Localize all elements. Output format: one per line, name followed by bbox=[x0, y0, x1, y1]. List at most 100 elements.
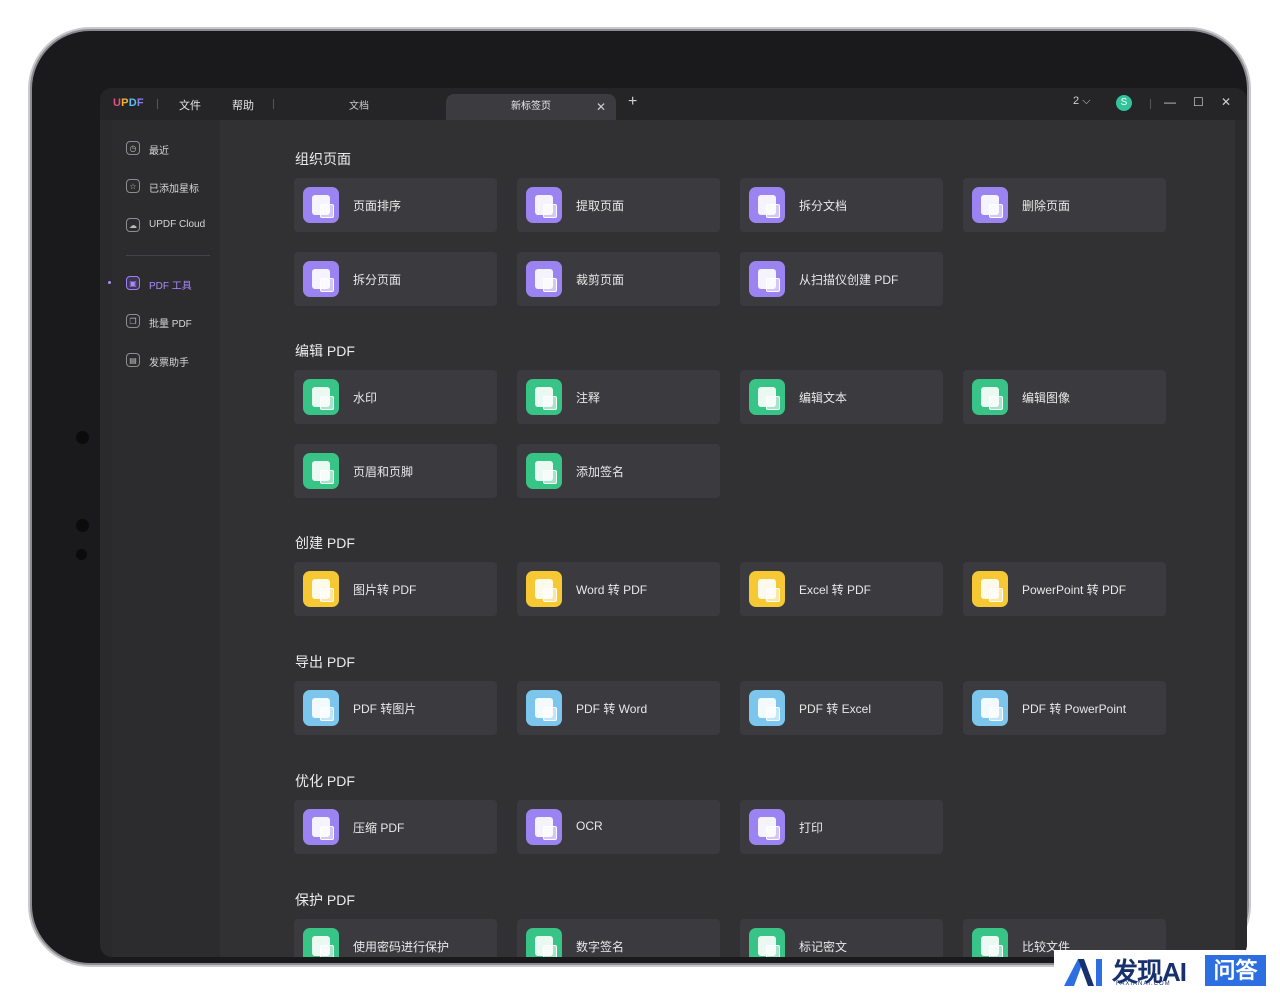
tool-icon bbox=[749, 261, 785, 297]
updf-logo: UPDF bbox=[113, 97, 144, 109]
sidebar-item-batch[interactable]: ❐ 批量 PDF bbox=[126, 313, 218, 333]
tool-card[interactable]: 水印 bbox=[294, 370, 497, 424]
sidebar-divider bbox=[126, 255, 210, 256]
close-tab-icon[interactable]: ✕ bbox=[596, 94, 606, 120]
tool-card[interactable]: OCR bbox=[517, 800, 720, 854]
sidebar-item-label: PDF 工具 bbox=[149, 281, 192, 292]
tool-card[interactable]: 添加签名 bbox=[517, 444, 720, 498]
tool-icon bbox=[303, 379, 339, 415]
tool-icon bbox=[526, 261, 562, 297]
section-title: 创建 PDF bbox=[295, 535, 355, 551]
sidebar-item-starred[interactable]: ☆ 已添加星标 bbox=[126, 178, 218, 198]
maximize-icon[interactable]: ☐ bbox=[1193, 95, 1204, 109]
watermark-tag: 问答 bbox=[1205, 955, 1266, 986]
clock-icon: ◷ bbox=[126, 141, 140, 155]
add-tab-button[interactable]: + bbox=[628, 93, 637, 111]
tool-card[interactable]: 提取页面 bbox=[517, 178, 720, 232]
tool-card[interactable]: 拆分文档 bbox=[740, 178, 943, 232]
tool-icon bbox=[526, 928, 562, 957]
tool-icon bbox=[749, 571, 785, 607]
tool-card[interactable]: 编辑图像 bbox=[963, 370, 1166, 424]
tool-card[interactable]: PowerPoint 转 PDF bbox=[963, 562, 1166, 616]
invoice-icon: ▤ bbox=[126, 353, 140, 367]
sidebar-item-pdf-tools[interactable]: ▣ PDF 工具 bbox=[126, 275, 218, 295]
tool-card[interactable]: PDF 转图片 bbox=[294, 681, 497, 735]
tool-icon bbox=[303, 690, 339, 726]
tool-card[interactable]: PDF 转 PowerPoint bbox=[963, 681, 1166, 735]
tool-icon bbox=[972, 187, 1008, 223]
tool-icon bbox=[972, 379, 1008, 415]
tool-icon bbox=[303, 187, 339, 223]
sidebar-item-invoice[interactable]: ▤ 发票助手 bbox=[126, 352, 218, 372]
tool-label: 页面排序 bbox=[353, 199, 402, 213]
tool-card[interactable]: 压缩 PDF bbox=[294, 800, 497, 854]
tool-icon bbox=[526, 809, 562, 845]
tool-icon bbox=[526, 690, 562, 726]
toolbox-icon: ▣ bbox=[126, 276, 140, 290]
section-title: 优化 PDF bbox=[295, 773, 355, 789]
tool-label: 从扫描仪创建 PDF bbox=[799, 273, 899, 287]
tool-card[interactable]: 使用密码进行保护 bbox=[294, 919, 497, 957]
tool-card[interactable]: 标记密文 bbox=[740, 919, 943, 957]
tool-card[interactable]: 裁剪页面 bbox=[517, 252, 720, 306]
app-screen: UPDF 文件 帮助 文档 新标签页 ✕ + 2 ⌵ S — ☐ ✕ ◷ 最近 bbox=[100, 88, 1247, 957]
tool-card[interactable]: 打印 bbox=[740, 800, 943, 854]
tool-label: 打印 bbox=[799, 821, 824, 835]
close-window-icon[interactable]: ✕ bbox=[1221, 95, 1231, 109]
tool-card[interactable]: 从扫描仪创建 PDF bbox=[740, 252, 943, 306]
tool-label: 压缩 PDF bbox=[353, 821, 405, 835]
tool-icon bbox=[526, 379, 562, 415]
tool-card[interactable]: 删除页面 bbox=[963, 178, 1166, 232]
app-body: ◷ 最近 ☆ 已添加星标 ☁ UPDF Cloud ▣ PDF 工具 ❐ 批量 … bbox=[108, 120, 1235, 957]
section-title: 保护 PDF bbox=[295, 892, 355, 908]
chevron-down-icon: ⌵ bbox=[1082, 95, 1091, 107]
tool-card[interactable]: PDF 转 Excel bbox=[740, 681, 943, 735]
divider bbox=[1150, 99, 1151, 109]
tool-label: 拆分页面 bbox=[353, 273, 402, 287]
watermark-sub: FAXIANAI.COM bbox=[1116, 981, 1171, 987]
page-count-dropdown[interactable]: 2 ⌵ bbox=[1073, 95, 1091, 108]
camera-dot bbox=[76, 431, 89, 444]
tool-card[interactable]: 图片转 PDF bbox=[294, 562, 497, 616]
tab-new[interactable]: 新标签页 ✕ bbox=[446, 94, 616, 120]
faxian-logo-icon bbox=[1064, 959, 1102, 986]
tool-label: PDF 转 PowerPoint bbox=[1022, 702, 1127, 716]
tool-icon bbox=[972, 571, 1008, 607]
tool-card[interactable]: 页眉和页脚 bbox=[294, 444, 497, 498]
tool-card[interactable]: 编辑文本 bbox=[740, 370, 943, 424]
avatar[interactable]: S bbox=[1116, 95, 1132, 111]
menu-help[interactable]: 帮助 bbox=[232, 97, 254, 113]
tool-card[interactable]: 拆分页面 bbox=[294, 252, 497, 306]
tool-icon bbox=[749, 928, 785, 957]
tool-label: 图片转 PDF bbox=[353, 583, 417, 597]
tab-documents[interactable]: 文档 bbox=[274, 94, 444, 120]
watermark: 发现AI FAXIANAI.COM 问答 bbox=[1054, 950, 1280, 995]
tool-card[interactable]: Excel 转 PDF bbox=[740, 562, 943, 616]
tab-label: 新标签页 bbox=[511, 101, 551, 112]
minimize-icon[interactable]: — bbox=[1164, 95, 1176, 109]
tool-label: 删除页面 bbox=[1022, 199, 1071, 213]
tool-icon bbox=[303, 453, 339, 489]
tool-label: 标记密文 bbox=[799, 940, 848, 954]
tools-panel: 组织页面 页面排序 提取页面 拆分文档 删除页面 拆分页面 裁剪页面 从扫描仪创建 PDF 编辑… bbox=[220, 120, 1235, 957]
tool-icon bbox=[972, 690, 1008, 726]
section-title: 编辑 PDF bbox=[295, 343, 355, 359]
tool-card[interactable]: PDF 转 Word bbox=[517, 681, 720, 735]
tool-card[interactable]: 数字签名 bbox=[517, 919, 720, 957]
tool-icon bbox=[526, 571, 562, 607]
tool-card[interactable]: Word 转 PDF bbox=[517, 562, 720, 616]
tool-card[interactable]: 页面排序 bbox=[294, 178, 497, 232]
tool-label: PDF 转图片 bbox=[353, 702, 417, 716]
sidebar-item-cloud[interactable]: ☁ UPDF Cloud bbox=[126, 217, 218, 237]
tool-label: 添加签名 bbox=[576, 465, 625, 479]
sidebar-item-recent[interactable]: ◷ 最近 bbox=[126, 140, 218, 160]
title-bar: UPDF 文件 帮助 文档 新标签页 ✕ + 2 ⌵ S — ☐ ✕ bbox=[100, 88, 1247, 120]
tool-label: 数字签名 bbox=[576, 940, 625, 954]
tool-label: Excel 转 PDF bbox=[799, 583, 872, 597]
tool-label: Word 转 PDF bbox=[576, 583, 648, 597]
tool-card[interactable]: 注释 bbox=[517, 370, 720, 424]
tool-icon bbox=[749, 187, 785, 223]
tab-label: 文档 bbox=[349, 101, 369, 112]
menu-file[interactable]: 文件 bbox=[179, 97, 201, 113]
tool-icon bbox=[749, 690, 785, 726]
